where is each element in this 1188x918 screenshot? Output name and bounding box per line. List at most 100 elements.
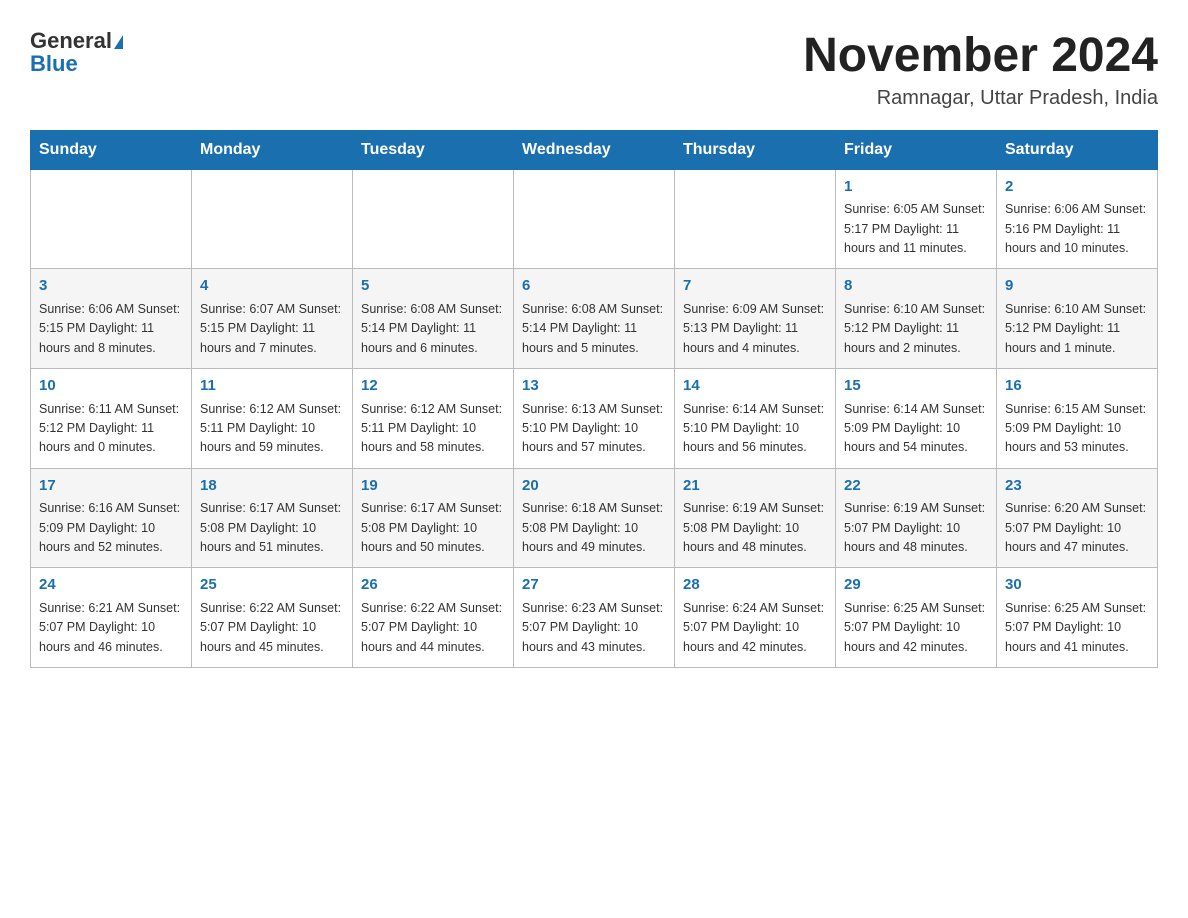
day-number: 8	[844, 275, 988, 298]
calendar-cell: 24Sunrise: 6:21 AM Sunset: 5:07 PM Dayli…	[31, 568, 192, 668]
day-number: 5	[361, 275, 505, 298]
calendar-cell: 13Sunrise: 6:13 AM Sunset: 5:10 PM Dayli…	[514, 369, 675, 469]
day-number: 6	[522, 275, 666, 298]
day-info: Sunrise: 6:05 AM Sunset: 5:17 PM Dayligh…	[844, 200, 988, 258]
calendar-cell: 17Sunrise: 6:16 AM Sunset: 5:09 PM Dayli…	[31, 468, 192, 568]
title-area: November 2024 Ramnagar, Uttar Pradesh, I…	[803, 30, 1158, 110]
calendar-cell: 18Sunrise: 6:17 AM Sunset: 5:08 PM Dayli…	[192, 468, 353, 568]
calendar-cell: 16Sunrise: 6:15 AM Sunset: 5:09 PM Dayli…	[997, 369, 1158, 469]
calendar-cell: 7Sunrise: 6:09 AM Sunset: 5:13 PM Daylig…	[675, 269, 836, 369]
day-info: Sunrise: 6:25 AM Sunset: 5:07 PM Dayligh…	[844, 599, 988, 657]
day-number: 1	[844, 176, 988, 199]
day-number: 17	[39, 475, 183, 498]
day-info: Sunrise: 6:06 AM Sunset: 5:16 PM Dayligh…	[1005, 200, 1149, 258]
day-number: 15	[844, 375, 988, 398]
week-row-1: 1Sunrise: 6:05 AM Sunset: 5:17 PM Daylig…	[31, 169, 1158, 269]
day-number: 23	[1005, 475, 1149, 498]
day-info: Sunrise: 6:21 AM Sunset: 5:07 PM Dayligh…	[39, 599, 183, 657]
day-number: 29	[844, 574, 988, 597]
calendar-cell: 9Sunrise: 6:10 AM Sunset: 5:12 PM Daylig…	[997, 269, 1158, 369]
day-info: Sunrise: 6:17 AM Sunset: 5:08 PM Dayligh…	[361, 499, 505, 557]
day-number: 9	[1005, 275, 1149, 298]
day-info: Sunrise: 6:14 AM Sunset: 5:09 PM Dayligh…	[844, 400, 988, 458]
day-info: Sunrise: 6:06 AM Sunset: 5:15 PM Dayligh…	[39, 300, 183, 358]
day-info: Sunrise: 6:20 AM Sunset: 5:07 PM Dayligh…	[1005, 499, 1149, 557]
calendar-cell: 30Sunrise: 6:25 AM Sunset: 5:07 PM Dayli…	[997, 568, 1158, 668]
day-info: Sunrise: 6:13 AM Sunset: 5:10 PM Dayligh…	[522, 400, 666, 458]
calendar-cell: 11Sunrise: 6:12 AM Sunset: 5:11 PM Dayli…	[192, 369, 353, 469]
day-info: Sunrise: 6:09 AM Sunset: 5:13 PM Dayligh…	[683, 300, 827, 358]
week-row-2: 3Sunrise: 6:06 AM Sunset: 5:15 PM Daylig…	[31, 269, 1158, 369]
day-number: 21	[683, 475, 827, 498]
calendar-cell: 4Sunrise: 6:07 AM Sunset: 5:15 PM Daylig…	[192, 269, 353, 369]
calendar-cell	[31, 169, 192, 269]
col-thursday: Thursday	[675, 130, 836, 169]
month-title: November 2024	[803, 30, 1158, 83]
calendar-cell: 5Sunrise: 6:08 AM Sunset: 5:14 PM Daylig…	[353, 269, 514, 369]
logo-triangle-icon	[114, 35, 123, 49]
day-info: Sunrise: 6:23 AM Sunset: 5:07 PM Dayligh…	[522, 599, 666, 657]
day-number: 7	[683, 275, 827, 298]
location-title: Ramnagar, Uttar Pradesh, India	[803, 87, 1158, 110]
calendar-cell: 29Sunrise: 6:25 AM Sunset: 5:07 PM Dayli…	[836, 568, 997, 668]
calendar-cell	[514, 169, 675, 269]
calendar-cell: 20Sunrise: 6:18 AM Sunset: 5:08 PM Dayli…	[514, 468, 675, 568]
calendar-table: Sunday Monday Tuesday Wednesday Thursday…	[30, 130, 1158, 668]
day-info: Sunrise: 6:16 AM Sunset: 5:09 PM Dayligh…	[39, 499, 183, 557]
week-row-3: 10Sunrise: 6:11 AM Sunset: 5:12 PM Dayli…	[31, 369, 1158, 469]
day-info: Sunrise: 6:19 AM Sunset: 5:08 PM Dayligh…	[683, 499, 827, 557]
calendar-cell: 23Sunrise: 6:20 AM Sunset: 5:07 PM Dayli…	[997, 468, 1158, 568]
logo-blue-text: Blue	[30, 51, 78, 76]
logo-general-line: General	[30, 30, 123, 53]
calendar-cell: 1Sunrise: 6:05 AM Sunset: 5:17 PM Daylig…	[836, 169, 997, 269]
day-number: 22	[844, 475, 988, 498]
calendar-cell: 28Sunrise: 6:24 AM Sunset: 5:07 PM Dayli…	[675, 568, 836, 668]
header: General Blue November 2024 Ramnagar, Utt…	[30, 30, 1158, 110]
week-row-5: 24Sunrise: 6:21 AM Sunset: 5:07 PM Dayli…	[31, 568, 1158, 668]
logo-general-text: General	[30, 28, 112, 53]
day-number: 20	[522, 475, 666, 498]
day-info: Sunrise: 6:10 AM Sunset: 5:12 PM Dayligh…	[1005, 300, 1149, 358]
col-monday: Monday	[192, 130, 353, 169]
day-number: 4	[200, 275, 344, 298]
calendar-cell	[675, 169, 836, 269]
day-info: Sunrise: 6:24 AM Sunset: 5:07 PM Dayligh…	[683, 599, 827, 657]
calendar-cell: 12Sunrise: 6:12 AM Sunset: 5:11 PM Dayli…	[353, 369, 514, 469]
calendar-cell: 26Sunrise: 6:22 AM Sunset: 5:07 PM Dayli…	[353, 568, 514, 668]
day-info: Sunrise: 6:15 AM Sunset: 5:09 PM Dayligh…	[1005, 400, 1149, 458]
day-info: Sunrise: 6:17 AM Sunset: 5:08 PM Dayligh…	[200, 499, 344, 557]
day-number: 27	[522, 574, 666, 597]
day-info: Sunrise: 6:08 AM Sunset: 5:14 PM Dayligh…	[522, 300, 666, 358]
calendar-cell: 3Sunrise: 6:06 AM Sunset: 5:15 PM Daylig…	[31, 269, 192, 369]
day-number: 3	[39, 275, 183, 298]
day-number: 28	[683, 574, 827, 597]
day-number: 18	[200, 475, 344, 498]
day-info: Sunrise: 6:22 AM Sunset: 5:07 PM Dayligh…	[200, 599, 344, 657]
calendar-cell: 15Sunrise: 6:14 AM Sunset: 5:09 PM Dayli…	[836, 369, 997, 469]
day-number: 30	[1005, 574, 1149, 597]
day-number: 13	[522, 375, 666, 398]
day-info: Sunrise: 6:10 AM Sunset: 5:12 PM Dayligh…	[844, 300, 988, 358]
day-info: Sunrise: 6:18 AM Sunset: 5:08 PM Dayligh…	[522, 499, 666, 557]
col-saturday: Saturday	[997, 130, 1158, 169]
logo: General Blue	[30, 30, 123, 76]
day-number: 19	[361, 475, 505, 498]
day-number: 11	[200, 375, 344, 398]
col-friday: Friday	[836, 130, 997, 169]
col-tuesday: Tuesday	[353, 130, 514, 169]
day-info: Sunrise: 6:07 AM Sunset: 5:15 PM Dayligh…	[200, 300, 344, 358]
calendar-cell	[353, 169, 514, 269]
col-wednesday: Wednesday	[514, 130, 675, 169]
day-info: Sunrise: 6:25 AM Sunset: 5:07 PM Dayligh…	[1005, 599, 1149, 657]
calendar-header-row: Sunday Monday Tuesday Wednesday Thursday…	[31, 130, 1158, 169]
calendar-cell: 21Sunrise: 6:19 AM Sunset: 5:08 PM Dayli…	[675, 468, 836, 568]
day-info: Sunrise: 6:11 AM Sunset: 5:12 PM Dayligh…	[39, 400, 183, 458]
day-number: 12	[361, 375, 505, 398]
day-info: Sunrise: 6:08 AM Sunset: 5:14 PM Dayligh…	[361, 300, 505, 358]
day-number: 26	[361, 574, 505, 597]
week-row-4: 17Sunrise: 6:16 AM Sunset: 5:09 PM Dayli…	[31, 468, 1158, 568]
calendar-cell: 25Sunrise: 6:22 AM Sunset: 5:07 PM Dayli…	[192, 568, 353, 668]
day-info: Sunrise: 6:12 AM Sunset: 5:11 PM Dayligh…	[200, 400, 344, 458]
calendar-cell: 22Sunrise: 6:19 AM Sunset: 5:07 PM Dayli…	[836, 468, 997, 568]
day-number: 16	[1005, 375, 1149, 398]
